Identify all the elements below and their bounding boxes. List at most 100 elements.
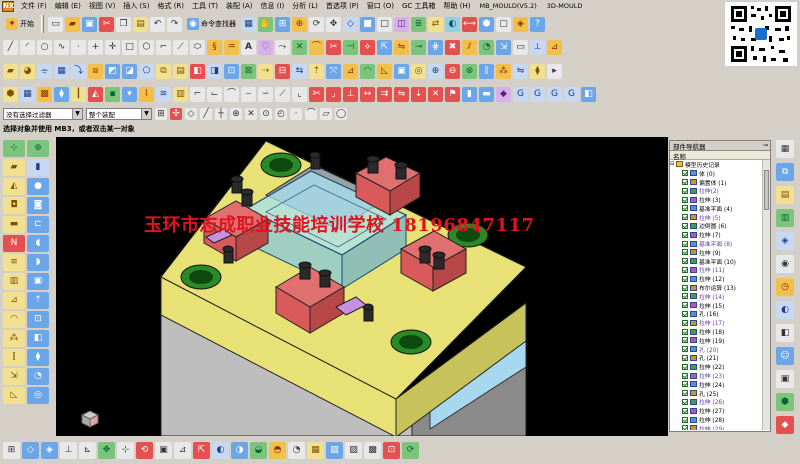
layer-settings-icon[interactable]: ≣ [411,16,426,32]
menu-edit[interactable]: 编辑 (E) [51,1,85,11]
offset-curve-icon[interactable]: ♡ [258,39,273,55]
sketch-trim-icon[interactable]: ✄ [309,86,324,102]
tree-feature-row[interactable]: 布尔运算 (13) [670,283,770,292]
refresh-icon[interactable]: ⟳ [402,442,419,459]
gi-analysis-b-icon[interactable]: G [530,86,545,102]
fillet-curve-icon[interactable]: ⌐ [156,39,171,55]
tree-feature-row[interactable]: 拉伸 (24) [670,380,770,389]
tree-feature-row[interactable]: 孔 (21) [670,354,770,362]
sew-icon[interactable]: ⊡ [224,63,239,79]
visibility-checkbox[interactable] [682,284,688,291]
web-browser-icon[interactable]: ◉ [776,255,794,273]
tree-feature-row[interactable]: 偏置体 (1) [670,178,770,186]
type-filter-select[interactable]: 没有选择过滤器 ▼ [3,108,83,120]
tree-feature-row[interactable]: 拉伸 (22) [670,362,770,371]
visibility-checkbox[interactable] [682,231,688,238]
edge-blend-icon[interactable]: ◠ [360,63,375,79]
menu-format[interactable]: 格式 (R) [153,1,188,11]
combine-curve-icon[interactable]: ✕ [292,39,307,55]
tree-feature-row[interactable]: 拉伸 (3) [670,195,770,204]
visibility-checkbox[interactable] [682,249,688,256]
layer-visible-icon[interactable]: ▧ [326,442,343,459]
sketch-curve-d-icon[interactable]: ⌣ [241,86,256,102]
visibility-checkbox[interactable] [682,187,688,194]
menu-preferences[interactable]: 首选项 (P) [322,1,363,11]
shell-tool-icon[interactable]: ▣ [27,273,49,290]
offset-face-icon[interactable]: ⇡ [309,63,324,79]
redo-icon[interactable]: ↷ [167,16,182,32]
visibility-checkbox[interactable] [682,319,688,326]
snap-on-curve-icon[interactable]: ⌒ [305,108,317,120]
cylinder-icon[interactable]: ▮ [462,86,477,102]
isometric-view-icon[interactable]: ◈ [41,442,58,459]
move-to-layer-icon[interactable]: ▩ [364,442,381,459]
visibility-checkbox[interactable] [682,266,688,273]
visibility-checkbox[interactable] [682,310,688,317]
sketch-mirror-icon[interactable]: ⇋ [394,86,409,102]
visibility-checkbox[interactable] [682,337,688,344]
snap-end-icon[interactable]: ╱ [200,108,212,120]
tree-feature-row[interactable]: 拉伸 (15) [670,301,770,310]
menu-analysis[interactable]: 分析 (L) [288,1,322,11]
sketch-curve-g-icon[interactable]: ⌞ [292,86,307,102]
gi-analysis-d-icon[interactable]: G [564,86,579,102]
edit-object-display-icon[interactable]: ◐ [212,442,229,459]
visibility-checkbox[interactable] [682,354,688,361]
menu-assembly[interactable]: 装配 (A) [222,1,256,11]
process-studio-icon[interactable]: ◧ [776,324,794,342]
show-hide-icon[interactable]: ◑ [231,442,248,459]
standard-parts-library-icon[interactable]: ◆ [776,416,794,434]
open-folder-icon[interactable]: ▰ [65,16,80,32]
extract-tool-icon[interactable]: ⧫ [27,349,49,366]
replace-face-icon[interactable]: ⇆ [292,63,307,79]
sketch-project-icon[interactable]: ⇣ [411,86,426,102]
wcs-dynamics-icon[interactable]: ✥ [98,442,115,459]
swept-icon[interactable]: ⤵ [71,63,86,79]
tree-feature-row[interactable]: 拉伸 (27) [670,406,770,415]
visibility-checkbox[interactable] [682,258,688,265]
split-curve-icon[interactable]: ⊣ [343,39,358,55]
thread-tool-icon[interactable]: ≡ [3,254,25,271]
analysis-icon[interactable]: ◐ [445,16,460,32]
menu-file[interactable]: 文件 (F) [17,1,51,11]
scale-tool-icon[interactable]: ⇲ [3,368,25,385]
clip-section-icon[interactable]: ◫ [394,16,409,32]
law-curve-icon[interactable]: ♒ [224,39,239,55]
menu-tools[interactable]: 工具 (T) [188,1,222,11]
text-icon[interactable]: A [241,39,256,55]
visibility-checkbox[interactable] [682,196,688,203]
snap-quadrant-icon[interactable]: ◴ [275,108,287,120]
ellipse-icon[interactable]: ⬭ [190,39,205,55]
sketch-offset-icon[interactable]: ⇉ [377,86,392,102]
part-navigator-icon[interactable]: ▤ [776,186,794,204]
sphere-tool-icon[interactable]: ● [27,178,49,195]
trim-curve-icon[interactable]: ✂ [326,39,341,55]
tree-feature-row[interactable]: 拉伸 (29) [670,424,770,430]
bridge-curve-icon[interactable]: ⌒ [309,39,324,55]
visibility-checkbox[interactable] [682,302,688,309]
pan-icon[interactable]: ✥ [326,16,341,32]
scrollbar-thumb[interactable] [764,170,769,210]
selection-scope-select[interactable]: 整个装配 ▼ [86,108,152,120]
sketch-curve-b-icon[interactable]: ⌙ [207,86,222,102]
tree-feature-row[interactable]: 基准平面 (10) [670,257,770,266]
trim-body-icon[interactable]: ◧ [190,63,205,79]
snap-existing-icon[interactable]: · [290,108,302,120]
perspective-icon[interactable]: ◇ [343,16,358,32]
tree-feature-row[interactable]: 拉伸(2) [670,186,770,195]
tree-feature-row[interactable]: 孔 (16) [670,310,770,318]
select-all-icon[interactable]: ⊞ [155,108,167,120]
wireframe-icon[interactable]: □ [377,16,392,32]
datum-axis-icon[interactable]: ⟂ [530,39,545,55]
rectangle-icon[interactable]: □ [122,39,137,55]
n-sided-surface-icon[interactable]: ⬠ [139,63,154,79]
helix-icon[interactable]: § [207,39,222,55]
line-icon[interactable]: ╱ [3,39,18,55]
visibility-checkbox[interactable] [682,170,688,177]
show-all-icon[interactable]: ◔ [288,442,305,459]
thicken-icon[interactable]: ▤ [173,63,188,79]
pad-tool-icon[interactable]: ▬ [3,216,25,233]
system-materials-icon[interactable]: ◐ [776,301,794,319]
tree-feature-row[interactable]: 孔 (20) [670,345,770,354]
mirror-body-icon[interactable]: ⇋ [513,63,528,79]
